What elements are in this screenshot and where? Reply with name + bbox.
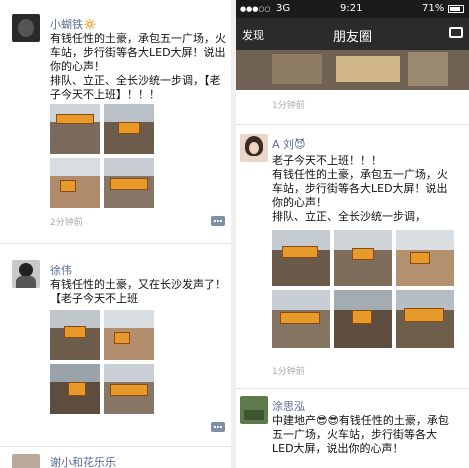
previous-post-photo[interactable] <box>236 50 469 90</box>
photo[interactable] <box>50 158 100 208</box>
post-text-line: 你的心声！ <box>272 196 327 209</box>
post-timestamp: 2分钟前 <box>50 218 83 228</box>
post-text: 老子今天不上班！！！ 有钱任性的土豪，承包五一广场，火 车站，步行街等各大LED… <box>272 154 448 224</box>
left-screenshot: 小蝴铁🔅 有钱任性的土豪，承包五一广场，火 车站，步行街等各大LED大屏！说出 … <box>0 0 231 468</box>
carrier-label: 3G <box>276 3 291 14</box>
post-text-line: LED大屏，说出你的心声！ <box>272 442 404 455</box>
photo[interactable] <box>104 310 154 360</box>
post-text-line: 排队、立正、全长沙统一步调，【老 <box>50 74 221 87</box>
photo[interactable] <box>104 104 154 154</box>
photo[interactable] <box>50 364 100 414</box>
post-author-name[interactable]: A 刘😈 <box>272 136 306 152</box>
post-author-name[interactable]: 谢小和花乐乐 <box>50 454 116 468</box>
post-text-line: 车站，步行街等各大LED大屏！说出 <box>272 182 448 195</box>
photo[interactable] <box>272 290 330 348</box>
divider <box>0 446 231 447</box>
page-title: 朋友圈 <box>332 30 372 45</box>
moment-post: 徐伟 有钱任性的土豪，又在长沙发声了！ 【老子今天不上班 <box>0 248 231 438</box>
signal-icon: ●●●○○ <box>240 5 271 13</box>
status-bar: ●●●○○ 3G 9:21 71% <box>236 0 469 18</box>
avatar[interactable] <box>240 134 268 162</box>
right-screenshot: ●●●○○ 3G 9:21 71% 发现 朋友圈 1分钟前 A 刘😈 老子今天不… <box>236 0 469 468</box>
photo[interactable] <box>396 290 454 348</box>
avatar[interactable] <box>12 454 40 468</box>
photo[interactable] <box>272 230 330 286</box>
moment-post: 谢小和花乐乐 <box>0 448 231 468</box>
post-author-name[interactable]: 小蝴铁🔅 <box>50 16 97 32</box>
divider <box>236 388 469 389</box>
photo[interactable] <box>104 158 154 208</box>
post-text-line: 有钱任性的土豪，承包五一广场，火 <box>272 168 448 181</box>
comment-icon[interactable] <box>211 216 225 226</box>
moment-post: 涂思泓 中建地产😎😎有钱任性的土豪，承包 五一广场，火车站，步行街等各大 LED… <box>236 390 469 468</box>
battery-level: 71% <box>422 3 445 14</box>
post-text-line: 你的心声！ <box>50 60 105 73</box>
divider <box>236 124 469 125</box>
post-timestamp: 1分钟前 <box>272 101 305 111</box>
post-text: 有钱任性的土豪，承包五一广场，火 车站，步行街等各大LED大屏！说出 你的心声！… <box>50 32 226 102</box>
photo[interactable] <box>50 310 100 360</box>
post-text: 中建地产😎😎有钱任性的土豪，承包 五一广场，火车站，步行街等各大 LED大屏，说… <box>272 414 449 456</box>
avatar[interactable] <box>240 396 268 424</box>
moment-post: A 刘😈 老子今天不上班！！！ 有钱任性的土豪，承包五一广场，火 车站，步行街等… <box>236 126 469 386</box>
photo[interactable] <box>396 230 454 286</box>
post-text-line: 有钱任性的土豪，又在长沙发声了！ <box>50 278 226 291</box>
post-text-line: 五一广场，火车站，步行街等各大 <box>272 428 437 441</box>
post-text-line: 【老子今天不上班 <box>50 292 138 305</box>
post-text-line: 老子今天不上班！！！ <box>272 154 382 167</box>
post-text: 有钱任性的土豪，又在长沙发声了！ 【老子今天不上班 <box>50 278 226 306</box>
post-text-line: 车站，步行街等各大LED大屏！说出 <box>50 46 226 59</box>
photo-grid <box>50 104 154 208</box>
clock: 9:21 <box>340 3 363 14</box>
post-author-name[interactable]: 徐伟 <box>50 262 72 278</box>
photo[interactable] <box>104 364 154 414</box>
post-text-line: 排队、立正、全长沙统一步调， <box>272 210 426 223</box>
photo-grid <box>272 230 454 348</box>
post-text-line: 子今天不上班】！！！ <box>50 88 160 101</box>
moment-post: 小蝴铁🔅 有钱任性的土豪，承包五一广场，火 车站，步行街等各大LED大屏！说出 … <box>0 0 231 238</box>
post-text-line: 中建地产😎😎有钱任性的土豪，承包 <box>272 414 449 427</box>
post-author-name[interactable]: 涂思泓 <box>272 398 305 414</box>
photo[interactable] <box>334 290 392 348</box>
avatar[interactable] <box>12 14 40 42</box>
photo-grid <box>50 310 154 414</box>
divider <box>0 243 231 244</box>
post-text-line: 有钱任性的土豪，承包五一广场，火 <box>50 32 226 45</box>
post-timestamp: 1分钟前 <box>272 367 305 377</box>
photo[interactable] <box>334 230 392 286</box>
comment-icon[interactable] <box>211 422 225 432</box>
photo[interactable] <box>50 104 100 154</box>
avatar[interactable] <box>12 260 40 288</box>
camera-icon[interactable] <box>449 27 463 38</box>
nav-bar: 发现 朋友圈 <box>236 18 469 50</box>
battery-icon <box>448 5 464 13</box>
